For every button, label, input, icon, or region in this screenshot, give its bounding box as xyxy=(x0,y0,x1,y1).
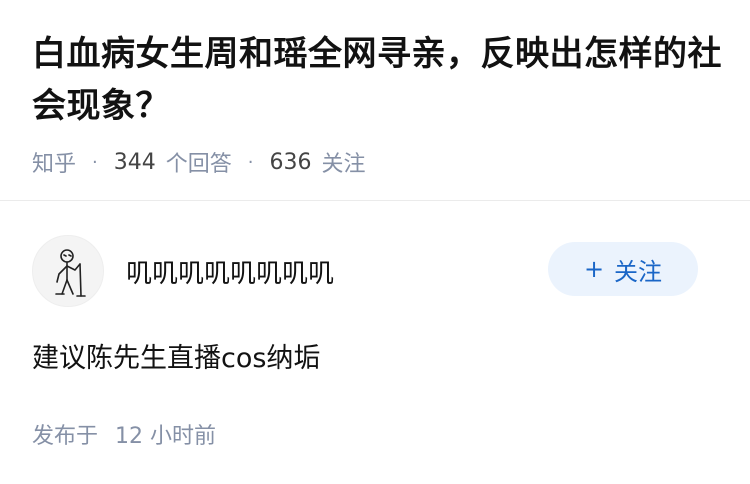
time-value: 12 小时前 xyxy=(115,424,217,449)
stick-figure-avatar-icon xyxy=(55,249,86,297)
answer-author-row: 叽叽叽叽叽叽叽叽 + 关注 xyxy=(32,235,718,307)
question-title[interactable]: 白血病女生周和瑶全网寻亲，反映出怎样的社会现象？ xyxy=(32,28,722,132)
answer-timestamp: 发布于 12 小时前 xyxy=(32,418,216,450)
question-meta: 知乎 · 344 个回答 · 636 关注 xyxy=(32,146,722,178)
plus-icon: + xyxy=(583,255,605,283)
follow-button[interactable]: + 关注 xyxy=(548,242,698,296)
time-prefix: 发布于 xyxy=(32,424,99,449)
answer-count-label[interactable]: 个回答 xyxy=(166,146,232,178)
follower-count-label[interactable]: 关注 xyxy=(322,146,366,178)
answer-count: 344 xyxy=(113,149,156,175)
avatar[interactable] xyxy=(32,235,104,307)
follow-button-label: 关注 xyxy=(614,257,663,286)
separator-dot: · xyxy=(247,151,254,173)
separator-dot: · xyxy=(92,151,98,173)
follower-count: 636 xyxy=(269,149,312,175)
answer-content[interactable]: 建议陈先生直播cos纳垢 xyxy=(32,336,320,375)
source-label[interactable]: 知乎 xyxy=(32,146,76,178)
author-name[interactable]: 叽叽叽叽叽叽叽叽 xyxy=(126,253,334,290)
section-divider xyxy=(0,200,750,201)
question-header: 白血病女生周和瑶全网寻亲，反映出怎样的社会现象？ 知乎 · 344 个回答 · … xyxy=(32,28,722,178)
